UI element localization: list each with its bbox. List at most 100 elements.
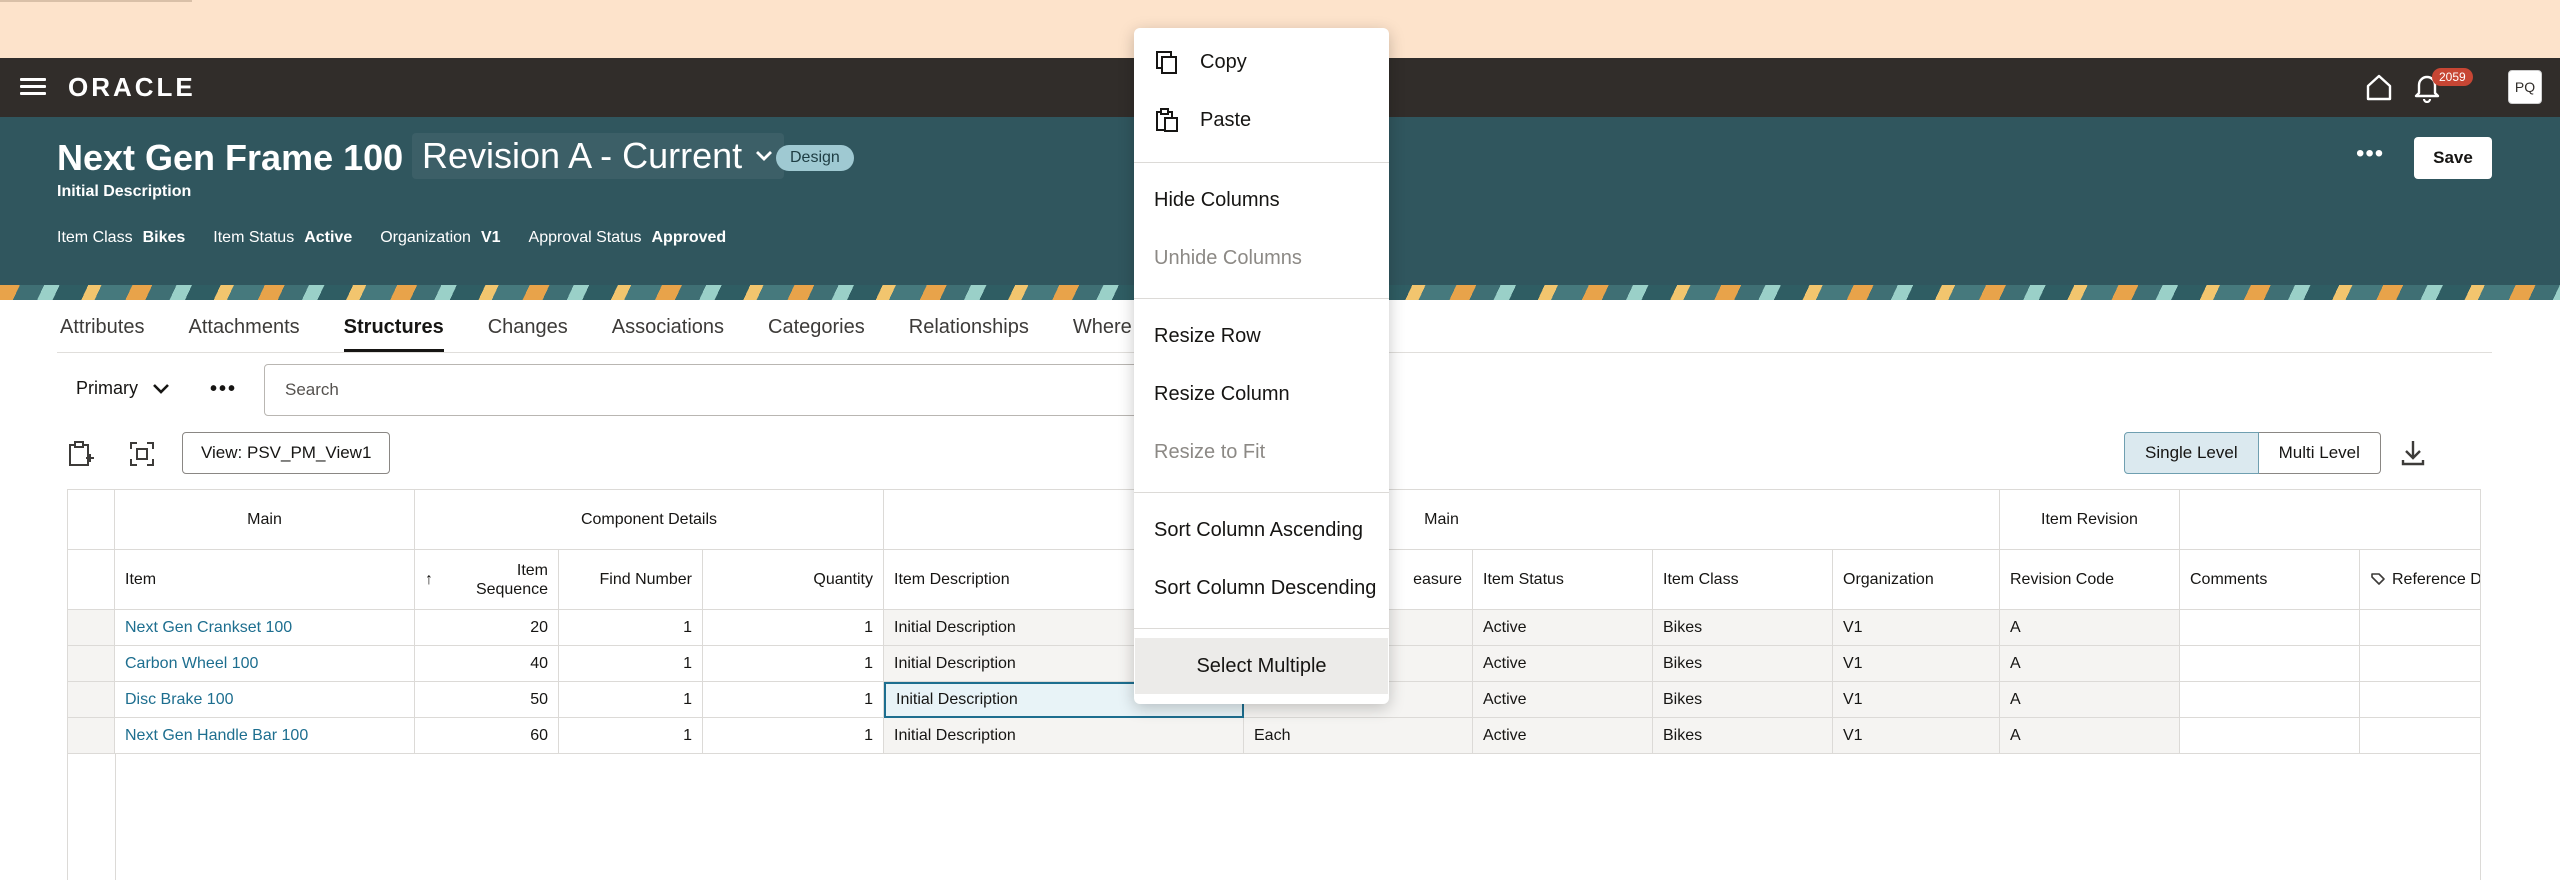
cell-item-status[interactable]: Active (1473, 718, 1653, 754)
cell-item-link[interactable]: Disc Brake 100 (115, 682, 415, 718)
menu-item-sort-ascending[interactable]: Sort Column Ascending (1134, 506, 1389, 554)
tab-associations[interactable]: Associations (612, 300, 724, 352)
column-header-organization[interactable]: Organization (1833, 550, 2000, 610)
expand-icon[interactable] (126, 438, 158, 470)
cell-organization[interactable]: V1 (1833, 718, 2000, 754)
cell-item-sequence[interactable]: 40 (415, 646, 559, 682)
row-selector[interactable] (68, 610, 115, 646)
cell-comments[interactable] (2180, 610, 2360, 646)
cell-comments[interactable] (2180, 682, 2360, 718)
column-header-quantity[interactable]: Quantity (703, 550, 884, 610)
menu-item-paste[interactable]: Paste (1134, 96, 1389, 144)
column-header-item-status[interactable]: Item Status (1473, 550, 1653, 610)
structure-select[interactable]: Primary (76, 378, 170, 399)
column-header-reference-designator[interactable]: Reference D (2360, 550, 2480, 610)
cell-quantity[interactable]: 1 (703, 718, 884, 754)
cell-item-class[interactable]: Bikes (1653, 610, 1833, 646)
cell-item-status[interactable]: Active (1473, 682, 1653, 718)
cell-organization[interactable]: V1 (1833, 646, 2000, 682)
menu-divider (1134, 162, 1389, 163)
cell-unit-of-measure[interactable]: Each (1244, 718, 1473, 754)
column-header-comments[interactable]: Comments (2180, 550, 2360, 610)
cell-quantity[interactable]: 1 (703, 682, 884, 718)
cell-item-status[interactable]: Active (1473, 610, 1653, 646)
column-header-item-class[interactable]: Item Class (1653, 550, 1833, 610)
view-selector-button[interactable]: View: PSV_PM_View1 (182, 432, 391, 474)
tab-bar: Attributes Attachments Structures Change… (60, 300, 1132, 352)
cell-find-number[interactable]: 1 (559, 610, 703, 646)
revision-select[interactable]: Revision A - Current (412, 133, 785, 179)
more-actions-icon[interactable]: ••• (2356, 142, 2384, 166)
cell-quantity[interactable]: 1 (703, 646, 884, 682)
cell-item-sequence[interactable]: 50 (415, 682, 559, 718)
menu-item-resize-column[interactable]: Resize Column (1134, 370, 1389, 418)
column-header-item-sequence[interactable]: ↑ Item Sequence (415, 550, 559, 610)
cell-revision-code[interactable]: A (2000, 682, 2180, 718)
search-input[interactable] (264, 364, 1184, 416)
multi-level-button[interactable]: Multi Level (2258, 432, 2381, 474)
tab-changes[interactable]: Changes (488, 300, 568, 352)
cell-revision-code[interactable]: A (2000, 718, 2180, 754)
cell-comments[interactable] (2180, 646, 2360, 682)
menu-item-sort-descending[interactable]: Sort Column Descending (1134, 564, 1389, 612)
add-component-icon[interactable] (64, 438, 96, 470)
tab-attributes[interactable]: Attributes (60, 300, 144, 352)
cell-reference-designator[interactable] (2360, 610, 2480, 646)
cell-item-link[interactable]: Next Gen Handle Bar 100 (115, 718, 415, 754)
context-menu: Copy Paste Hide Columns Unhide Columns R… (1134, 28, 1389, 704)
tag-icon (2371, 572, 2385, 585)
cell-item-link[interactable]: Next Gen Crankset 100 (115, 610, 415, 646)
revision-value: Revision A - Current (422, 135, 743, 176)
menu-item-select-multiple[interactable]: Select Multiple (1135, 638, 1388, 694)
group-header-main: Main (884, 490, 2000, 550)
menu-item-hide-columns[interactable]: Hide Columns (1134, 176, 1389, 224)
item-meta: Item Class Bikes Item Status Active Organi… (57, 229, 726, 247)
cell-item-description[interactable]: Initial Description (884, 718, 1244, 754)
menu-item-paste-label: Paste (1200, 108, 1252, 131)
cell-item-class[interactable]: Bikes (1653, 682, 1833, 718)
save-button[interactable]: Save (2414, 137, 2492, 179)
cell-organization[interactable]: V1 (1833, 682, 2000, 718)
menu-item-resize-row[interactable]: Resize Row (1134, 312, 1389, 360)
menu-item-copy[interactable]: Copy (1134, 38, 1389, 86)
column-header-find-number[interactable]: Find Number (559, 550, 703, 610)
cell-reference-designator[interactable] (2360, 682, 2480, 718)
tab-where-used[interactable]: Where (1073, 300, 1132, 352)
column-header-item[interactable]: Item (115, 550, 415, 610)
structure-more-icon[interactable]: ••• (210, 378, 237, 401)
notification-badge[interactable]: 2059 (2432, 68, 2473, 86)
cell-item-sequence[interactable]: 20 (415, 610, 559, 646)
user-avatar[interactable]: PQ (2508, 70, 2542, 104)
row-selector[interactable] (68, 682, 115, 718)
cell-comments[interactable] (2180, 718, 2360, 754)
row-selector[interactable] (68, 718, 115, 754)
hamburger-menu-icon[interactable] (20, 74, 48, 100)
tab-categories[interactable]: Categories (768, 300, 865, 352)
tab-structures[interactable]: Structures (343, 300, 444, 352)
copy-icon (1156, 51, 1177, 74)
cell-item-sequence[interactable]: 60 (415, 718, 559, 754)
home-icon[interactable] (2364, 72, 2394, 102)
cell-item-status[interactable]: Active (1473, 646, 1653, 682)
tab-relationships[interactable]: Relationships (909, 300, 1029, 352)
cell-find-number[interactable]: 1 (559, 718, 703, 754)
row-selector[interactable] (68, 646, 115, 682)
cell-reference-designator[interactable] (2360, 718, 2480, 754)
cell-organization[interactable]: V1 (1833, 610, 2000, 646)
cell-item-link[interactable]: Carbon Wheel 100 (115, 646, 415, 682)
cell-find-number[interactable]: 1 (559, 682, 703, 718)
cell-revision-code[interactable]: A (2000, 610, 2180, 646)
cell-reference-designator[interactable] (2360, 646, 2480, 682)
download-icon[interactable] (2396, 436, 2430, 470)
sort-ascending-icon: ↑ (425, 570, 433, 588)
cell-revision-code[interactable]: A (2000, 646, 2180, 682)
column-header-revision-code[interactable]: Revision Code (2000, 550, 2180, 610)
cell-item-class[interactable]: Bikes (1653, 646, 1833, 682)
oracle-logo: ORACLE (68, 72, 196, 102)
single-level-button[interactable]: Single Level (2124, 432, 2259, 474)
column-header-select[interactable] (68, 550, 115, 610)
cell-find-number[interactable]: 1 (559, 646, 703, 682)
cell-quantity[interactable]: 1 (703, 610, 884, 646)
cell-item-class[interactable]: Bikes (1653, 718, 1833, 754)
tab-attachments[interactable]: Attachments (188, 300, 299, 352)
